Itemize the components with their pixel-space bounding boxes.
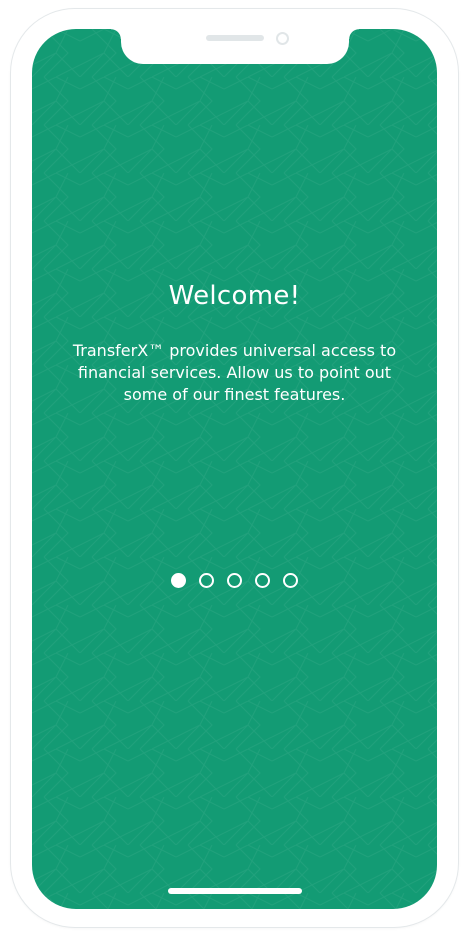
page-dot-4[interactable] (255, 573, 270, 588)
device-notch (111, 29, 359, 64)
front-camera (276, 32, 289, 45)
page-dot-2[interactable] (199, 573, 214, 588)
background-pattern (32, 29, 437, 909)
page-dot-3[interactable] (227, 573, 242, 588)
page-indicator (32, 573, 437, 588)
speaker-grille (206, 35, 264, 41)
welcome-description: TransferX™ provides universal access to … (72, 341, 397, 404)
welcome-title: Welcome! (168, 281, 301, 311)
page-dot-1[interactable] (171, 573, 186, 588)
onboarding-screen (32, 29, 437, 909)
home-indicator[interactable] (168, 888, 302, 894)
page-dot-5[interactable] (283, 573, 298, 588)
